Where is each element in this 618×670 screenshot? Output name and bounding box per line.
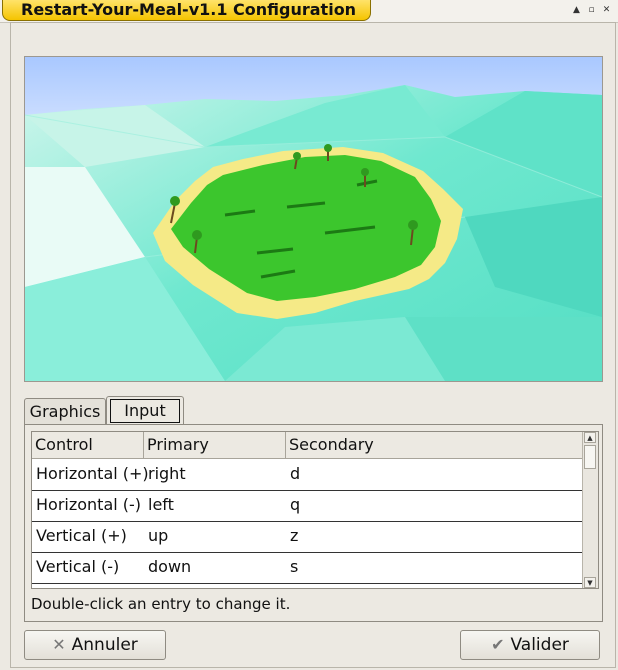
x-icon: ✕ xyxy=(52,635,66,654)
table-scrollbar[interactable]: ▲ ▼ xyxy=(582,432,598,588)
window-title: Restart-Your-Meal-v1.1 Configuration xyxy=(2,0,372,21)
cell-secondary: q xyxy=(290,495,301,514)
checkmark-icon: ✔ xyxy=(491,635,505,654)
close-icon[interactable]: ✕ xyxy=(601,5,612,16)
column-header-primary[interactable]: Primary xyxy=(144,432,286,458)
cell-secondary: d xyxy=(290,464,301,483)
input-bindings-table: Control Primary Secondary Horizontal (+)… xyxy=(31,431,599,589)
ok-button-label: Valider xyxy=(510,635,569,655)
scroll-down-icon[interactable]: ▼ xyxy=(584,577,596,588)
cell-control: Vertical (-) xyxy=(36,557,120,576)
table-row[interactable]: Horizontal (+) right d xyxy=(32,459,582,491)
minimize-icon[interactable]: ▲ xyxy=(571,5,582,16)
cell-secondary: z xyxy=(290,526,299,545)
cell-secondary: s xyxy=(290,557,299,576)
column-header-secondary[interactable]: Secondary xyxy=(286,432,582,458)
table-header: Control Primary Secondary xyxy=(32,432,582,459)
input-tab-panel: Control Primary Secondary Horizontal (+)… xyxy=(24,424,603,622)
cell-control: Vertical (+) xyxy=(36,526,127,545)
cancel-button-label: Annuler xyxy=(71,635,138,655)
cell-primary: left xyxy=(148,495,174,514)
table-row[interactable]: Vertical (+) up z xyxy=(32,521,582,553)
window-controls: ▲ ▫ ✕ xyxy=(571,5,612,16)
table-row[interactable]: Horizontal (-) left q xyxy=(32,490,582,522)
maximize-icon[interactable]: ▫ xyxy=(586,5,597,16)
scrollbar-thumb[interactable] xyxy=(584,445,596,469)
tab-input-label: Input xyxy=(110,399,180,423)
cell-primary: right xyxy=(148,464,186,483)
scene-preview-image xyxy=(24,56,603,382)
tab-graphics[interactable]: Graphics xyxy=(24,398,106,425)
cell-primary: down xyxy=(148,557,192,576)
ok-button[interactable]: ✔ Valider xyxy=(460,630,600,660)
column-header-control[interactable]: Control xyxy=(32,432,144,458)
cancel-button[interactable]: ✕ Annuler xyxy=(24,630,166,660)
hint-text: Double-click an entry to change it. xyxy=(31,595,291,613)
scroll-up-icon[interactable]: ▲ xyxy=(584,432,596,443)
tab-input[interactable]: Input xyxy=(106,396,184,425)
cell-primary: up xyxy=(148,526,169,545)
cell-control: Horizontal (+) xyxy=(36,464,149,483)
cell-control: Horizontal (-) xyxy=(36,495,142,514)
table-row[interactable]: Vertical (-) down s xyxy=(32,552,582,584)
title-bar: Restart-Your-Meal-v1.1 Configuration ▲ ▫… xyxy=(0,0,618,23)
